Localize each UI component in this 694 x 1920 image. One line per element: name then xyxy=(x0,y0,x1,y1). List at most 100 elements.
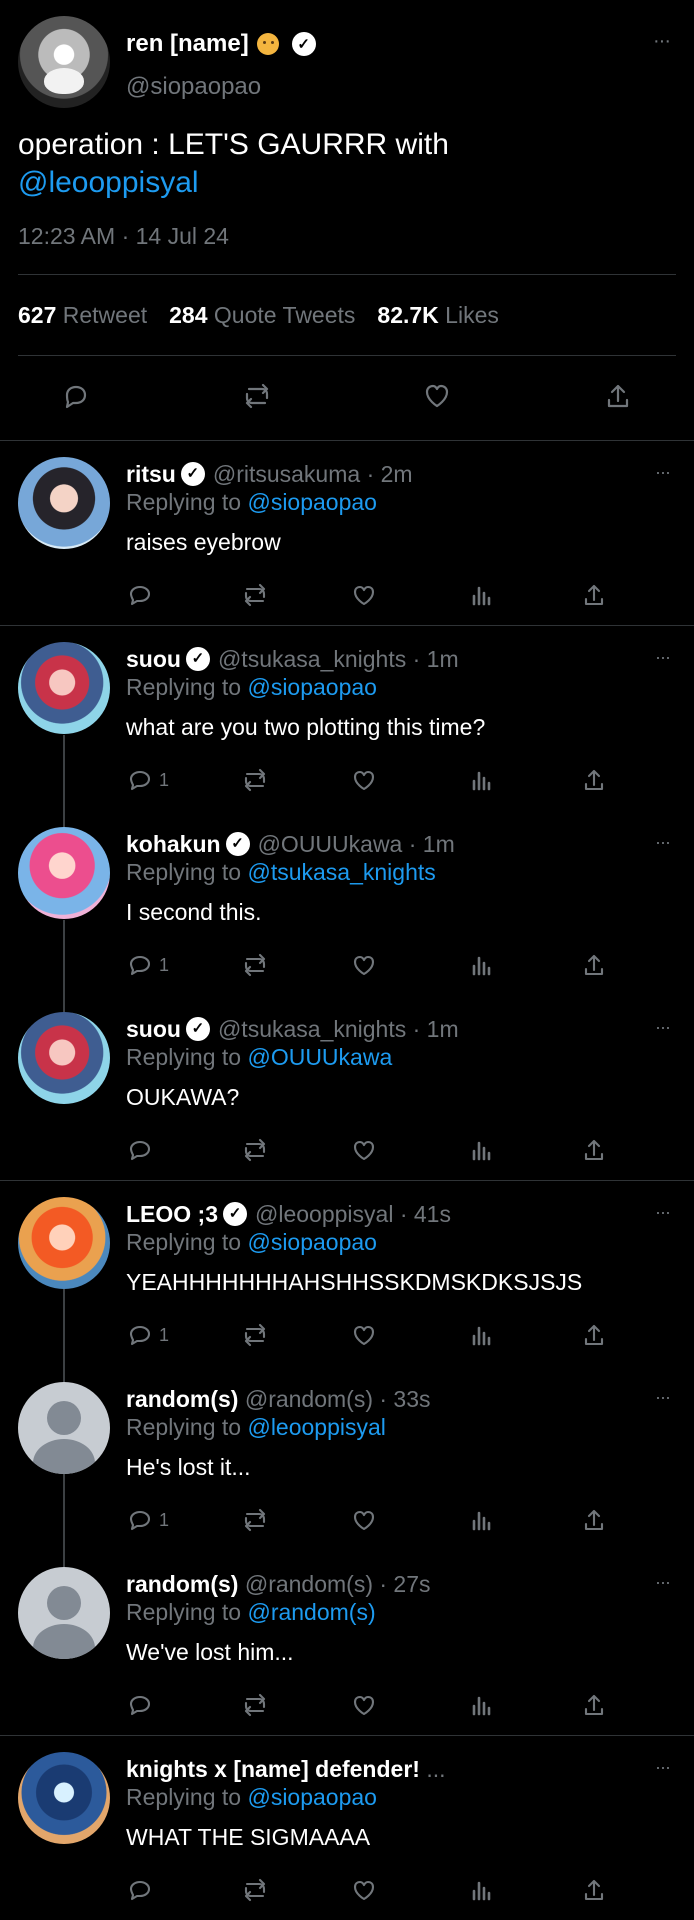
handle[interactable]: @ritsusakuma · 2m xyxy=(213,459,413,489)
retweet-icon[interactable] xyxy=(241,380,273,412)
reply-icon[interactable] xyxy=(126,1131,159,1169)
handle[interactable]: ... xyxy=(426,1754,445,1784)
share-icon[interactable] xyxy=(580,1131,608,1169)
handle[interactable]: @random(s) · 27s xyxy=(245,1569,431,1599)
handle[interactable]: @OUUUkawa · 1m xyxy=(258,829,455,859)
views-icon[interactable] xyxy=(468,946,496,984)
reply-text: We've lost him... xyxy=(126,1639,294,1665)
display-name[interactable]: random(s) xyxy=(126,1384,238,1414)
views-icon[interactable] xyxy=(468,761,496,799)
share-icon[interactable] xyxy=(580,1871,608,1909)
display-name[interactable]: ritsu xyxy=(126,459,176,489)
views-icon[interactable] xyxy=(468,576,496,614)
reply-icon[interactable] xyxy=(126,1686,159,1724)
reply-icon[interactable]: 1 xyxy=(126,946,169,984)
avatar[interactable] xyxy=(18,1012,110,1104)
author-handle[interactable]: @siopaopao xyxy=(126,73,261,101)
views-icon[interactable] xyxy=(468,1871,496,1909)
handle[interactable]: @tsukasa_knights · 1m xyxy=(218,1014,459,1044)
reply-actions xyxy=(126,576,614,614)
heart-icon[interactable] xyxy=(350,1131,378,1169)
more-icon[interactable]: ··· xyxy=(655,1757,671,1778)
display-name[interactable]: random(s) xyxy=(126,1569,238,1599)
display-name[interactable]: LEOO ;3 xyxy=(126,1199,218,1229)
reply-text: what are you two plotting this time? xyxy=(126,714,486,740)
more-icon[interactable]: ··· xyxy=(655,1572,671,1593)
retweet-icon[interactable] xyxy=(241,1501,269,1539)
handle[interactable]: @leooppisyal · 41s xyxy=(255,1199,451,1229)
heart-icon[interactable] xyxy=(350,576,378,614)
heart-icon[interactable] xyxy=(350,1501,378,1539)
share-icon[interactable] xyxy=(580,946,608,984)
heart-icon[interactable] xyxy=(350,1316,378,1354)
tweet-mention[interactable]: @leooppisyal xyxy=(18,166,199,199)
heart-icon[interactable] xyxy=(350,1686,378,1724)
main-actions xyxy=(60,380,634,412)
reply-tweet[interactable]: suou ✓ @tsukasa_knights · 1m ··· Replying … xyxy=(0,625,694,810)
views-icon[interactable] xyxy=(468,1131,496,1169)
more-icon[interactable]: ··· xyxy=(653,30,671,53)
avatar[interactable] xyxy=(18,827,110,919)
retweet-icon[interactable] xyxy=(241,576,269,614)
reply-icon[interactable]: 1 xyxy=(126,1501,169,1539)
display-name[interactable]: suou xyxy=(126,644,181,674)
handle[interactable]: @tsukasa_knights · 1m xyxy=(218,644,459,674)
views-icon[interactable] xyxy=(468,1501,496,1539)
retweet-icon[interactable] xyxy=(241,761,269,799)
reply-icon[interactable] xyxy=(60,380,92,412)
reply-icon[interactable]: 1 xyxy=(126,1316,169,1354)
heart-icon[interactable] xyxy=(350,761,378,799)
heart-icon[interactable] xyxy=(350,1871,378,1909)
author-name[interactable]: ren [name] ✓ xyxy=(126,30,324,58)
avatar[interactable] xyxy=(18,457,110,549)
reply-icon[interactable]: 1 xyxy=(126,761,169,799)
reply-tweet[interactable]: LEOO ;3 ✓ @leooppisyal · 41s ··· Replying … xyxy=(0,1180,694,1365)
retweet-icon[interactable] xyxy=(241,1316,269,1354)
reply-tweet[interactable]: knights x [name] defender! ... ··· Reply… xyxy=(0,1735,694,1920)
author-avatar[interactable] xyxy=(18,16,110,108)
views-icon[interactable] xyxy=(468,1686,496,1724)
heart-icon[interactable] xyxy=(350,946,378,984)
more-icon[interactable]: ··· xyxy=(655,1202,671,1223)
reply-icon[interactable] xyxy=(126,1871,159,1909)
share-icon[interactable] xyxy=(580,1316,608,1354)
display-name[interactable]: knights x [name] defender! xyxy=(126,1754,420,1784)
reply-tweet[interactable]: random(s) @random(s) · 27s ··· Replying … xyxy=(0,1550,694,1736)
reply-icon[interactable] xyxy=(126,576,159,614)
like-count[interactable]: 82.7K Likes xyxy=(377,302,498,329)
display-name[interactable]: suou xyxy=(126,1014,181,1044)
tweet-timestamp[interactable]: 12:23 AM · 14 Jul 24 xyxy=(18,223,229,250)
more-icon[interactable]: ··· xyxy=(655,462,671,483)
default-avatar-icon[interactable] xyxy=(18,1382,110,1474)
reply-tweet[interactable]: ritsu ✓ @ritsusakuma · 2m ··· Replying to … xyxy=(0,440,694,626)
share-icon[interactable] xyxy=(580,1686,608,1724)
avatar[interactable] xyxy=(18,642,110,734)
more-icon[interactable]: ··· xyxy=(655,832,671,853)
reply-tweet[interactable]: suou ✓ @tsukasa_knights · 1m ··· Replying … xyxy=(0,995,694,1181)
more-icon[interactable]: ··· xyxy=(655,1017,671,1038)
views-icon[interactable] xyxy=(468,1316,496,1354)
display-name[interactable]: kohakun xyxy=(126,829,221,859)
retweet-icon[interactable] xyxy=(241,946,269,984)
default-avatar-icon[interactable] xyxy=(18,1567,110,1659)
handle[interactable]: @random(s) · 33s xyxy=(245,1384,431,1414)
quote-tweet-count[interactable]: 284 Quote Tweets xyxy=(169,302,355,329)
share-icon[interactable] xyxy=(580,761,608,799)
reply-text: WHAT THE SIGMAAAA xyxy=(126,1824,371,1850)
more-icon[interactable]: ··· xyxy=(655,1387,671,1408)
heart-icon[interactable] xyxy=(421,380,453,412)
share-icon[interactable] xyxy=(580,576,608,614)
retweet-count[interactable]: 627 Retweet xyxy=(18,302,147,329)
more-icon[interactable]: ··· xyxy=(655,647,671,668)
share-icon[interactable] xyxy=(602,380,634,412)
verified-badge-icon: ✓ xyxy=(223,1202,248,1226)
reply-tweet[interactable]: kohakun ✓ @OUUUkawa · 1m ··· Replying to @… xyxy=(0,810,694,995)
avatar[interactable] xyxy=(18,1752,110,1844)
retweet-icon[interactable] xyxy=(241,1686,269,1724)
reply-tweet[interactable]: random(s) @random(s) · 33s ··· Replying … xyxy=(0,1365,694,1550)
share-icon[interactable] xyxy=(580,1501,608,1539)
reply-header: kohakun ✓ @OUUUkawa · 1m xyxy=(126,829,630,859)
retweet-icon[interactable] xyxy=(241,1871,269,1909)
avatar[interactable] xyxy=(18,1197,110,1289)
retweet-icon[interactable] xyxy=(241,1131,269,1169)
